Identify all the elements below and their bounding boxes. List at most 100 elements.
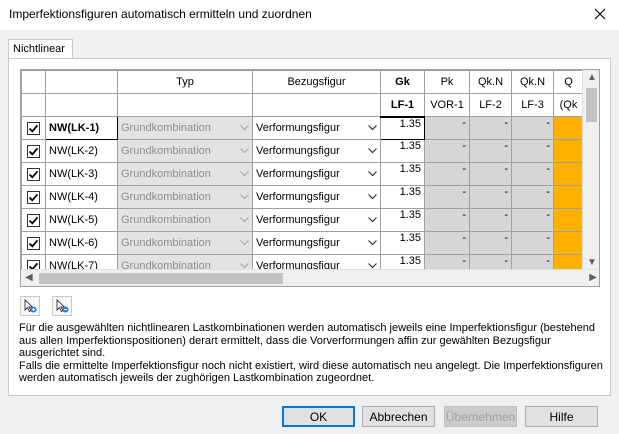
row-name[interactable]: NW(LK-1) [45,116,118,140]
partial-cell[interactable] [553,185,584,209]
typ-dropdown[interactable]: Grundkombination [121,210,249,230]
window-title: Imperfektionsfiguren automatisch ermitte… [9,7,312,21]
header-check-cell [21,70,46,94]
row-name[interactable]: NW(LK-5) [45,208,118,232]
qkn1-value[interactable]: - [469,185,512,209]
qkn2-value[interactable]: - [511,116,554,140]
row-name[interactable]: NW(LK-3) [45,162,118,186]
pk-value[interactable]: - [424,231,470,255]
typ-value: Grundkombination [121,145,211,157]
cancel-button[interactable]: Abbrechen [362,406,435,427]
header2-bezug-cell [252,93,381,117]
row-checkbox[interactable] [27,236,40,250]
chevron-down-icon [240,148,249,154]
ok-button[interactable]: OK [282,406,355,427]
vertical-scrollbar[interactable]: ▲ ▼ [582,70,599,270]
table-row: NW(LK-3) Grundkombination Verformungsfig… [21,162,584,186]
tab-nichtlinear[interactable]: Nichtlinear [8,39,73,59]
typ-dropdown[interactable]: Grundkombination [121,118,249,138]
header-partial[interactable]: Q [553,70,584,94]
partial-cell[interactable] [553,231,584,255]
header-gk[interactable]: Gk [380,70,425,94]
typ-dropdown[interactable]: Grundkombination [121,187,249,207]
header-name-cell [45,70,118,94]
info-line: Falls die ermittelte Imperfektionsfigur … [19,359,603,372]
cursor-minus-icon [56,299,69,313]
chevron-down-icon [368,240,377,246]
bezugsfigur-dropdown[interactable]: Verformungsfigur [256,118,377,138]
horizontal-scroll-thumb[interactable] [39,273,283,284]
pk-value[interactable]: - [424,116,470,140]
qkn2-value[interactable]: - [511,162,554,186]
row-checkbox[interactable] [27,190,40,204]
qkn2-value[interactable]: - [511,185,554,209]
combination-grid: Typ Bezugsfigur Gk Pk Qk.N Qk.N Q LF-1 V… [20,69,600,287]
bezugsfigur-dropdown[interactable]: Verformungsfigur [256,164,377,184]
header-typ[interactable]: Typ [117,70,253,94]
typ-dropdown[interactable]: Grundkombination [121,164,249,184]
cursor-plus-icon [24,299,37,313]
select-all-button[interactable] [20,296,40,316]
typ-dropdown[interactable]: Grundkombination [121,233,249,253]
qkn1-value[interactable]: - [469,231,512,255]
row-checkbox[interactable] [27,167,40,181]
gk-value[interactable]: 1.35 [380,185,425,209]
info-line: aus allen Imperfektionspositionen) derar… [19,334,551,347]
checkmark-icon [28,193,39,202]
header-pk[interactable]: Pk [424,70,470,94]
vertical-scroll-thumb[interactable] [586,88,597,122]
apply-button[interactable]: Übernehmen [444,406,517,427]
bezugsfigur-dropdown[interactable]: Verformungsfigur [256,187,377,207]
row-checkbox[interactable] [27,213,40,227]
scroll-left-icon[interactable]: ◀ [25,272,33,283]
deselect-all-button[interactable] [52,296,72,316]
scroll-up-icon[interactable]: ▲ [587,72,597,83]
qkn1-value[interactable]: - [469,162,512,186]
header2-gk: LF-1 [380,93,425,118]
partial-cell[interactable] [553,162,584,186]
tab-panel: Typ Bezugsfigur Gk Pk Qk.N Qk.N Q LF-1 V… [8,58,611,396]
title-bar: Imperfektionsfiguren automatisch ermitte… [0,0,619,30]
header-qkn-2[interactable]: Qk.N [511,70,554,94]
checkmark-icon [28,124,39,133]
qkn1-value[interactable]: - [469,139,512,163]
gk-value[interactable]: 1.35 [380,208,425,232]
bezugsfigur-dropdown[interactable]: Verformungsfigur [256,233,377,253]
help-button[interactable]: Hilfe [525,406,598,427]
qkn1-value[interactable]: - [469,208,512,232]
gk-value[interactable]: 1.35 [380,139,425,163]
partial-cell[interactable] [553,208,584,232]
table-row: NW(LK-2) Grundkombination Verformungsfig… [21,139,584,163]
bezugsfigur-dropdown[interactable]: Verformungsfigur [256,141,377,161]
typ-dropdown[interactable]: Grundkombination [121,141,249,161]
header-bezugsfigur[interactable]: Bezugsfigur [252,70,381,94]
partial-cell[interactable] [553,139,584,163]
qkn2-value[interactable]: - [511,139,554,163]
scroll-right-icon[interactable]: ▶ [589,272,597,283]
gk-value[interactable]: 1.35 [380,231,425,255]
qkn1-value[interactable]: - [469,116,512,140]
bezugsfigur-dropdown[interactable]: Verformungsfigur [256,210,377,230]
pk-value[interactable]: - [424,162,470,186]
row-name[interactable]: NW(LK-2) [45,139,118,163]
gk-value[interactable]: 1.35 [380,116,425,140]
horizontal-scrollbar[interactable]: ◀ ▶ [21,269,599,286]
qkn2-value[interactable]: - [511,208,554,232]
table-row: NW(LK-5) Grundkombination Verformungsfig… [21,208,584,232]
pk-value[interactable]: - [424,185,470,209]
info-line: werden automatisch jeweils der zughörige… [19,372,375,384]
row-checkbox[interactable] [27,121,40,135]
qkn2-value[interactable]: - [511,231,554,255]
row-name[interactable]: NW(LK-4) [45,185,118,209]
row-name[interactable]: NW(LK-6) [45,231,118,255]
gk-value[interactable]: 1.35 [380,162,425,186]
scroll-down-icon[interactable]: ▼ [587,257,597,268]
close-button[interactable] [587,2,613,26]
row-checkbox[interactable] [27,144,40,158]
grid-table: Typ Bezugsfigur Gk Pk Qk.N Qk.N Q LF-1 V… [21,70,584,278]
pk-value[interactable]: - [424,208,470,232]
partial-cell[interactable] [553,116,584,140]
header-qkn-1[interactable]: Qk.N [469,70,512,94]
pk-value[interactable]: - [424,139,470,163]
info-text: Für die ausgewählten nichtlinearen Lastk… [19,322,604,385]
